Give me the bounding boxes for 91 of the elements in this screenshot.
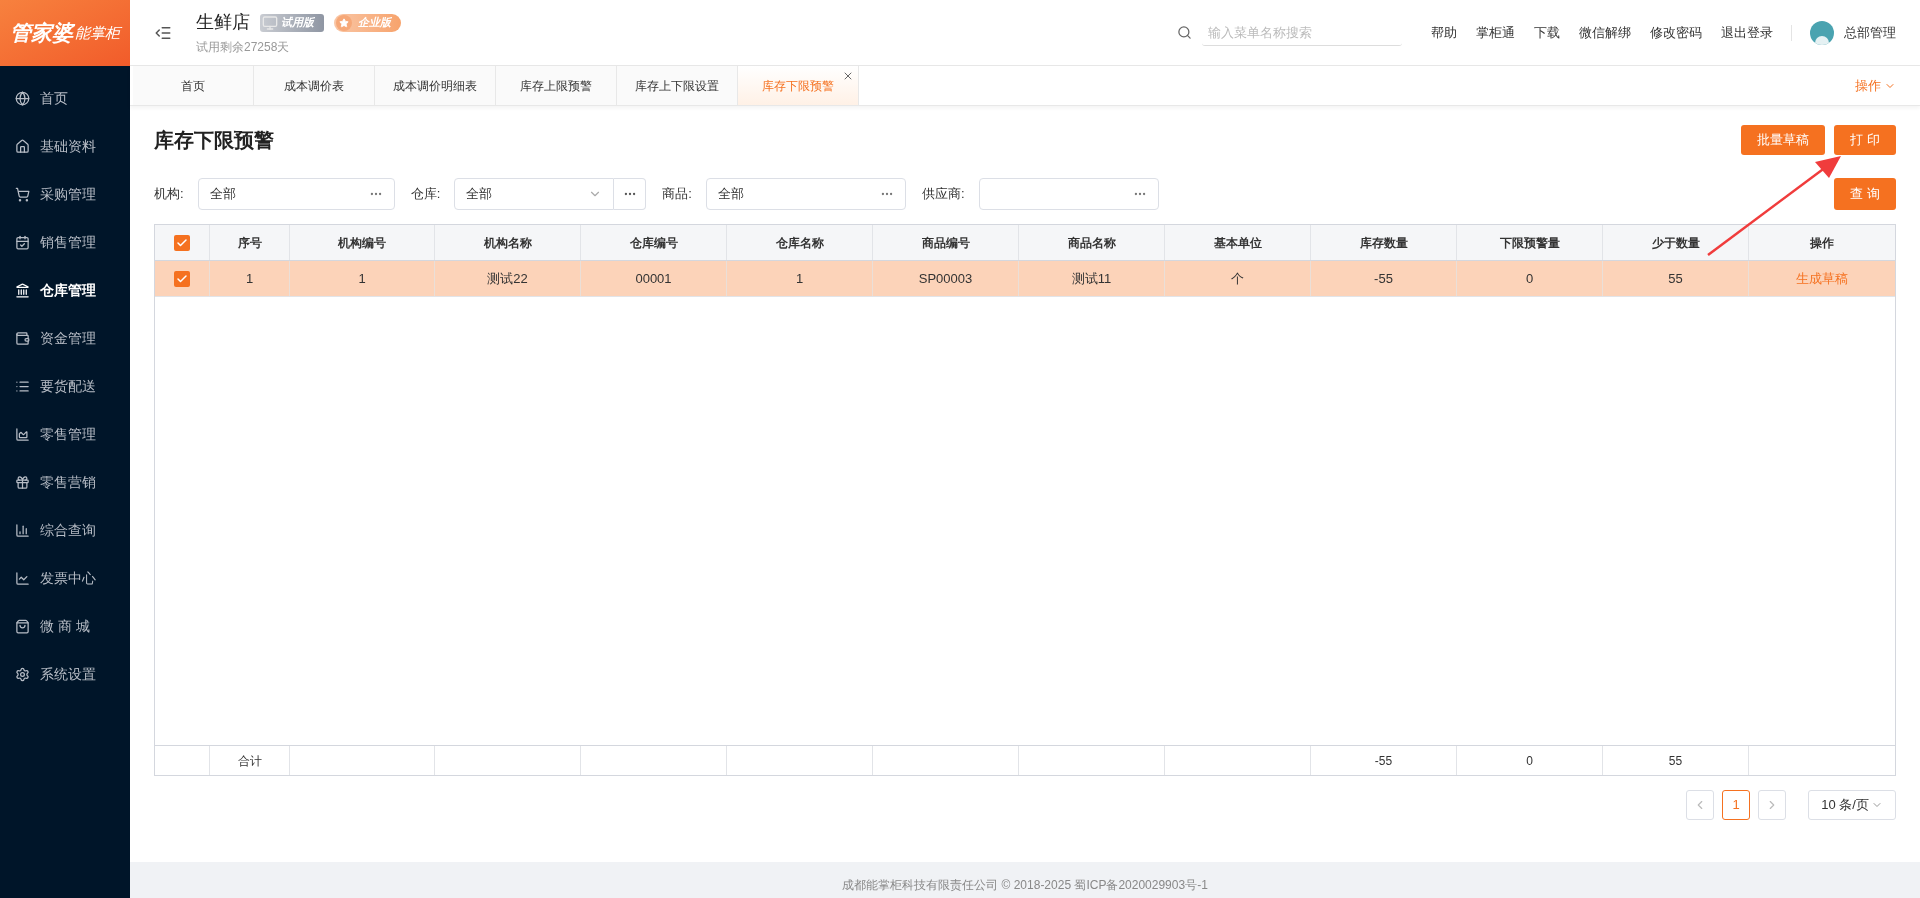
table-cell: 1 xyxy=(290,261,435,296)
logo-text: 管家婆 xyxy=(10,20,73,47)
column-header: 序号 xyxy=(210,225,290,260)
picker-field[interactable]: 全部 xyxy=(705,178,906,210)
table-cell: 00001 xyxy=(581,261,727,296)
area-chart-icon xyxy=(15,426,30,442)
total-cell: 0 xyxy=(1457,746,1603,775)
table-cell: 测试22 xyxy=(435,261,581,296)
page-title: 库存下限预警 xyxy=(154,128,274,153)
sidebar-item[interactable]: 微 商 城 xyxy=(0,602,130,650)
header-link[interactable]: 退出登录 xyxy=(1721,22,1773,43)
checkbox[interactable] xyxy=(174,234,190,251)
sidebar-item[interactable]: 仓库管理 xyxy=(0,266,130,314)
total-label: 合计 xyxy=(210,746,290,775)
filter-label: 商品: xyxy=(662,185,692,204)
tab[interactable]: 成本调价表 xyxy=(254,66,375,105)
table-cell: SP00003 xyxy=(873,261,1019,296)
calendar-icon xyxy=(15,234,30,250)
sidebar-item[interactable]: 零售营销 xyxy=(0,458,130,506)
check-icon xyxy=(176,236,188,249)
sidebar-item[interactable]: 综合查询 xyxy=(0,506,130,554)
column-header: 商品编号 xyxy=(873,225,1019,260)
table-cell: 1 xyxy=(210,261,290,296)
column-header: 商品名称 xyxy=(1019,225,1165,260)
sidebar-item[interactable]: 系统设置 xyxy=(0,650,130,698)
line-chart-icon xyxy=(15,570,30,586)
table-cell: 测试11 xyxy=(1019,261,1165,296)
trial-note: 试用剩余27258天 xyxy=(196,39,291,56)
edition-badge: 试用版 xyxy=(260,13,324,32)
header-link[interactable]: 下载 xyxy=(1534,22,1560,43)
logo-subtext: 能掌柜 xyxy=(75,23,120,41)
column-header: 基本单位 xyxy=(1165,225,1311,260)
table-row[interactable]: 1 1 测试22 00001 1 SP00003 测试11 个 -55 0 55 生成草稿 xyxy=(155,261,1895,297)
column-header: 库存数量 xyxy=(1311,225,1457,260)
table-cell: 个 xyxy=(1165,261,1311,296)
avatar[interactable] xyxy=(1810,20,1834,45)
column-header: 仓库编号 xyxy=(581,225,727,260)
column-header: 下限预警量 xyxy=(1457,225,1603,260)
store-name: 生鲜店 xyxy=(196,11,250,34)
column-header: 机构名称 xyxy=(435,225,581,260)
house-icon xyxy=(15,138,30,154)
copyright-text: 成都能掌柜科技有限责任公司 © 2018-2025 蜀ICP备2020029903号-1 xyxy=(842,877,1208,894)
column-header: 操作 xyxy=(1809,234,1835,252)
bag-icon xyxy=(15,618,30,634)
sidebar-item[interactable]: 零售管理 xyxy=(0,410,130,458)
user-name[interactable]: 总部管理 xyxy=(1844,22,1896,43)
header-link[interactable]: 修改密码 xyxy=(1650,22,1702,43)
sidebar-item[interactable]: 资金管理 xyxy=(0,314,130,362)
sidebar-item[interactable]: 采购管理 xyxy=(0,170,130,218)
search-icon xyxy=(1177,25,1192,40)
close-icon[interactable] xyxy=(842,70,854,82)
sidebar-item[interactable]: 发票中心 xyxy=(0,554,130,602)
picker-field[interactable] xyxy=(978,178,1159,210)
gift-icon xyxy=(15,474,30,490)
edition-badge: 企业版 xyxy=(334,13,401,32)
tab[interactable]: 首页 xyxy=(133,66,254,105)
header-link[interactable]: 微信解绑 xyxy=(1579,22,1631,43)
column-header: 仓库名称 xyxy=(727,225,873,260)
tab[interactable]: 库存上下限设置 xyxy=(617,66,738,105)
bank-icon xyxy=(15,282,30,298)
table-cell: -55 xyxy=(1311,261,1457,296)
bar-chart-icon xyxy=(15,522,30,538)
settings-icon xyxy=(15,666,30,682)
checkbox[interactable] xyxy=(174,270,190,287)
sidebar-item[interactable]: 基础资料 xyxy=(0,122,130,170)
total-cell: 55 xyxy=(1603,746,1749,775)
select-field[interactable]: 全部 xyxy=(454,178,615,210)
tab[interactable]: 成本调价明细表 xyxy=(375,66,496,105)
column-header: 机构编号 xyxy=(290,225,435,260)
sidebar-item[interactable]: 销售管理 xyxy=(0,218,130,266)
sidebar-item[interactable]: 要货配送 xyxy=(0,362,130,410)
filter-label: 机构: xyxy=(154,185,184,204)
total-cell: -55 xyxy=(1311,746,1457,775)
table-cell: 1 xyxy=(727,261,873,296)
tab[interactable]: 库存上限预警 xyxy=(496,66,617,105)
table-cell: 0 xyxy=(1457,261,1603,296)
table-cell: 55 xyxy=(1603,261,1749,296)
column-header: 少于数量 xyxy=(1603,225,1749,260)
sidebar-item[interactable]: 首页 xyxy=(0,74,130,122)
cart-icon xyxy=(15,186,30,202)
header-link[interactable]: 掌柜通 xyxy=(1476,22,1515,43)
list-icon xyxy=(15,378,30,394)
filter-label: 仓库: xyxy=(410,185,441,204)
picker-field[interactable]: 全部 xyxy=(197,178,395,210)
filter-label: 供应商: xyxy=(921,185,965,204)
header-link[interactable]: 帮助 xyxy=(1431,22,1457,43)
check-icon xyxy=(176,272,188,285)
search-field[interactable]: 输入菜单名称搜索 xyxy=(1202,19,1402,46)
globe-icon xyxy=(15,90,30,106)
page-size-select[interactable]: 10 条/页 xyxy=(1808,790,1896,820)
wallet-icon xyxy=(15,330,30,346)
